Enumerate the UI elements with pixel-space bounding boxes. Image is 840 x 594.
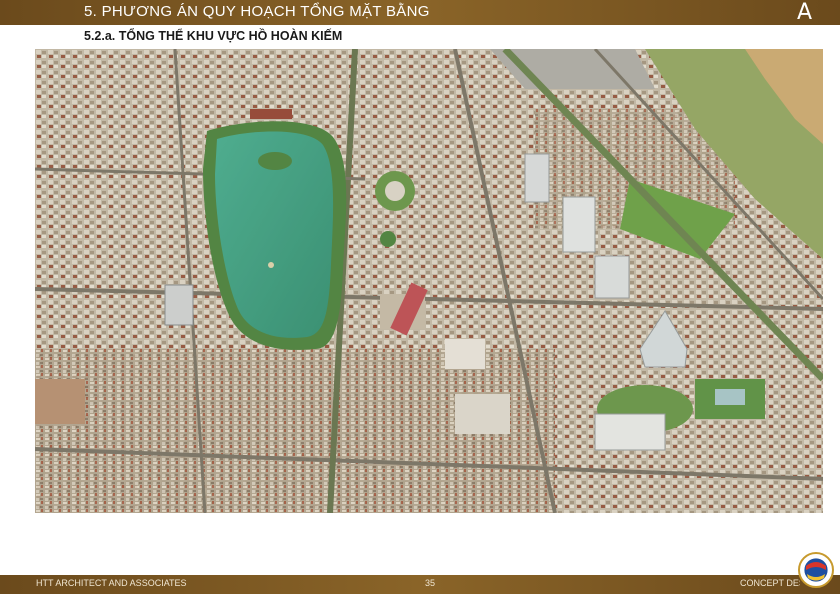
header-bar: 5. PHƯƠNG ÁN QUY HOẠCH TỔNG MẶT BẰNG A bbox=[0, 0, 840, 25]
document-stage-label: CONCEPT DESIGN bbox=[740, 578, 800, 588]
page-number: 35 bbox=[424, 578, 435, 588]
company-name: HTT ARCHITECT AND ASSOCIATES bbox=[36, 578, 187, 588]
page-subtitle: 5.2.a. TỔNG THỂ KHU VỰC HỒ HOÀN KIẾM bbox=[84, 29, 343, 43]
globe-seal-icon bbox=[798, 552, 834, 588]
footer-bar: HTT ARCHITECT AND ASSOCIATES 35 CONCEPT … bbox=[0, 575, 840, 594]
section-title: 5. PHƯƠNG ÁN QUY HOẠCH TỔNG MẶT BẰNG bbox=[84, 3, 430, 20]
aerial-render-image bbox=[35, 49, 823, 513]
brand-letter-logo: A bbox=[796, 0, 812, 25]
